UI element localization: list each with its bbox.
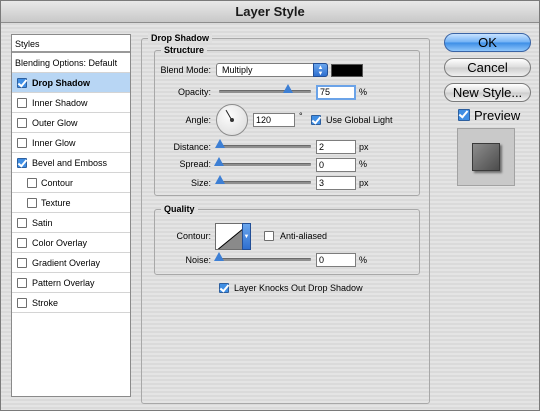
angle-label: Angle: [185, 115, 211, 125]
cancel-button[interactable]: Cancel [444, 58, 531, 77]
noise-slider-track[interactable] [219, 258, 311, 261]
distance-field[interactable]: 2 [316, 140, 356, 154]
style-item-label: Gradient Overlay [32, 258, 101, 268]
knocks-out-checkbox[interactable] [219, 283, 229, 293]
anti-aliased-checkbox[interactable] [264, 231, 274, 241]
size-slider-track[interactable] [219, 181, 311, 184]
style-item-label: Satin [32, 218, 53, 228]
structure-title: Structure [161, 45, 208, 55]
noise-label: Noise: [185, 255, 211, 265]
inner-glow-checkbox[interactable] [17, 138, 27, 148]
opacity-unit: % [359, 87, 368, 97]
style-item-satin[interactable]: Satin [12, 213, 130, 233]
contour-label: Contour: [176, 231, 211, 241]
use-global-light-checkbox[interactable] [311, 115, 321, 125]
window-title: Layer Style [235, 4, 305, 19]
stroke-checkbox[interactable] [17, 298, 27, 308]
quality-group: Quality [154, 204, 420, 275]
noise-field[interactable]: 0 [316, 253, 356, 267]
style-item-label: Pattern Overlay [32, 278, 95, 288]
size-label: Size: [190, 178, 211, 188]
style-item-inner-glow[interactable]: Inner Glow [12, 133, 130, 153]
style-item-stroke[interactable]: Stroke [12, 293, 130, 313]
opacity-field[interactable]: 75 [316, 85, 356, 100]
angle-unit: ° [299, 111, 303, 121]
drop-shadow-title: Drop Shadow [148, 33, 212, 43]
distance-slider-track[interactable] [219, 145, 311, 148]
blend-mode-label: Blend Mode: [160, 65, 211, 75]
opacity-slider-thumb[interactable] [283, 84, 293, 93]
outer-glow-checkbox[interactable] [17, 118, 27, 128]
use-global-light-label: Use Global Light [326, 115, 393, 125]
color-overlay-checkbox[interactable] [17, 238, 27, 248]
style-item-label: Inner Shadow [32, 98, 88, 108]
style-item-label: Bevel and Emboss [32, 158, 108, 168]
opacity-slider-track[interactable] [219, 90, 311, 93]
pattern-overlay-checkbox[interactable] [17, 278, 27, 288]
new-style-button[interactable]: New Style... [444, 83, 531, 102]
noise-slider-thumb[interactable] [214, 252, 224, 261]
spread-slider-thumb[interactable] [214, 157, 224, 166]
style-item-inner-shadow[interactable]: Inner Shadow [12, 93, 130, 113]
style-preview [457, 128, 515, 186]
bevel-and-emboss-checkbox[interactable] [17, 158, 27, 168]
preview-checkbox[interactable] [458, 109, 470, 121]
style-item-gradient-overlay[interactable]: Gradient Overlay [12, 253, 130, 273]
satin-checkbox[interactable] [17, 218, 27, 228]
styles-list-header[interactable]: Styles [12, 35, 130, 53]
style-item-label: Stroke [32, 298, 59, 308]
size-unit: px [359, 178, 369, 188]
size-field[interactable]: 3 [316, 176, 356, 190]
knocks-out-label: Layer Knocks Out Drop Shadow [234, 283, 363, 293]
angle-dial[interactable] [216, 104, 248, 136]
spread-label: Spread: [179, 159, 211, 169]
contour-checkbox[interactable] [27, 178, 37, 188]
dropdown-arrows-icon: ▲ ▼ [313, 63, 328, 77]
texture-checkbox[interactable] [27, 198, 37, 208]
ok-button[interactable]: OK [444, 33, 531, 52]
distance-label: Distance: [173, 142, 211, 152]
drop-shadow-checkbox[interactable] [17, 78, 27, 88]
style-item-label: Blending Options: Default [15, 58, 118, 68]
quality-title: Quality [161, 204, 198, 214]
distance-slider-thumb[interactable] [215, 139, 225, 148]
style-item-drop-shadow[interactable]: Drop Shadow [12, 73, 130, 93]
anti-aliased-label: Anti-aliased [280, 231, 328, 241]
spread-field[interactable]: 0 [316, 158, 356, 172]
style-item-label: Outer Glow [32, 118, 78, 128]
style-item-blending-options[interactable]: Blending Options: Default [12, 53, 130, 73]
style-item-texture[interactable]: Texture [12, 193, 130, 213]
style-item-label: Texture [41, 198, 71, 208]
shadow-color-swatch[interactable] [331, 64, 363, 77]
style-item-color-overlay[interactable]: Color Overlay [12, 233, 130, 253]
style-item-bevel-and-emboss[interactable]: Bevel and Emboss [12, 153, 130, 173]
preview-label: Preview [474, 108, 521, 123]
spread-slider-track[interactable] [219, 163, 311, 166]
spread-unit: % [359, 159, 368, 169]
inner-shadow-checkbox[interactable] [17, 98, 27, 108]
blend-mode-value: Multiply [222, 65, 253, 75]
angle-field[interactable]: 120 [253, 113, 295, 127]
gradient-overlay-checkbox[interactable] [17, 258, 27, 268]
style-item-label: Drop Shadow [32, 78, 90, 88]
styles-list: Styles Blending Options: Default Drop Sh… [11, 34, 131, 397]
style-item-contour[interactable]: Contour [12, 173, 130, 193]
distance-unit: px [359, 142, 369, 152]
noise-unit: % [359, 255, 368, 265]
style-item-label: Inner Glow [32, 138, 76, 148]
size-slider-thumb[interactable] [215, 175, 225, 184]
style-item-label: Color Overlay [32, 238, 88, 248]
opacity-label: Opacity: [177, 87, 211, 97]
style-item-label: Contour [41, 178, 74, 188]
blend-mode-dropdown[interactable]: Multiply ▲ ▼ [216, 63, 328, 77]
preview-thumbnail [472, 143, 500, 171]
contour-dropdown-arrow-icon[interactable]: ▼ [242, 223, 251, 250]
style-item-outer-glow[interactable]: Outer Glow [12, 113, 130, 133]
angle-center-dot [230, 118, 234, 122]
style-item-pattern-overlay[interactable]: Pattern Overlay [12, 273, 130, 293]
layer-style-dialog: Layer Style Styles Blending Options: Def… [0, 0, 540, 411]
title-bar[interactable]: Layer Style [1, 1, 539, 23]
